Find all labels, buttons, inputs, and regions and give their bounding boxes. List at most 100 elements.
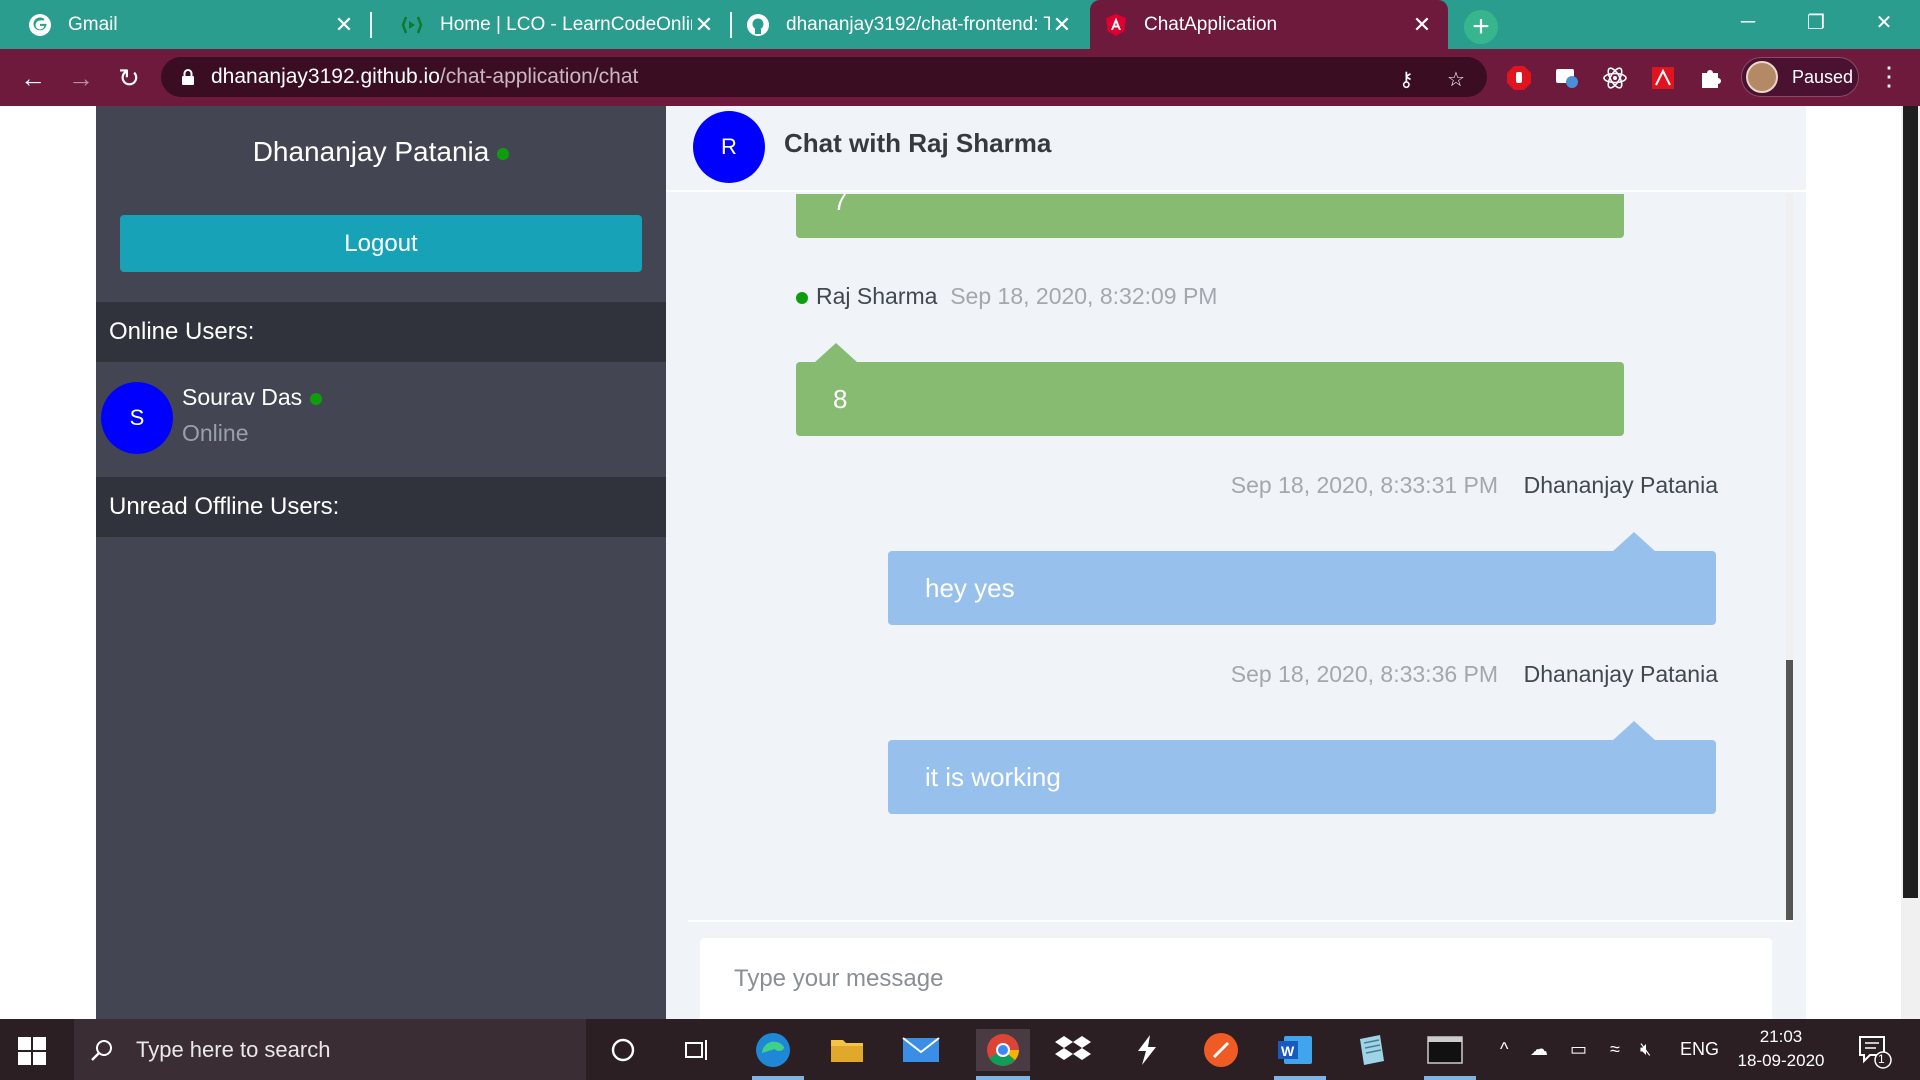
chat-sidebar: Dhananjay Patania Logout Online Users: S… bbox=[96, 106, 666, 1019]
chrome-icon[interactable] bbox=[976, 1029, 1030, 1071]
incoming-message-bubble: 8 bbox=[796, 362, 1624, 436]
taskbar-clock[interactable]: 21:03 18-09-2020 bbox=[1736, 1025, 1826, 1073]
tab-github[interactable]: dhananjay3192/chat-frontend: Th ✕ bbox=[732, 0, 1088, 49]
postman-icon[interactable] bbox=[1200, 1029, 1242, 1071]
message-meta: Sep 18, 2020, 8:33:36 PM Dhananjay Patan… bbox=[1230, 661, 1718, 687]
terminal-icon[interactable] bbox=[1424, 1029, 1466, 1071]
github-icon bbox=[746, 13, 770, 37]
notification-center-icon[interactable]: 1 bbox=[1856, 1033, 1892, 1069]
mail-icon[interactable] bbox=[900, 1029, 942, 1071]
angular-icon bbox=[1104, 13, 1128, 37]
react-devtools-icon[interactable] bbox=[1600, 63, 1630, 93]
svg-text:W: W bbox=[1281, 1043, 1295, 1059]
online-status-dot bbox=[310, 392, 323, 405]
browser-tab-bar: Gmail ✕ Home | LCO - LearnCodeOnline. ✕ … bbox=[0, 0, 1920, 49]
battery-icon[interactable]: ▭ bbox=[1570, 1039, 1587, 1060]
url-text: dhananjay3192.github.io/chat-application… bbox=[211, 65, 638, 89]
online-users-header: Online Users: bbox=[96, 302, 666, 362]
cortana-icon[interactable] bbox=[602, 1029, 644, 1071]
chat-header: R Chat with Raj Sharma bbox=[666, 106, 1806, 192]
edge-browser-icon[interactable] bbox=[752, 1029, 794, 1071]
message-input[interactable] bbox=[700, 938, 1772, 1019]
lock-icon bbox=[181, 69, 195, 85]
message-scrollbar-thumb[interactable] bbox=[1786, 660, 1793, 920]
bubble-caret bbox=[814, 343, 858, 363]
chat-title: Chat with Raj Sharma bbox=[784, 128, 1052, 158]
outgoing-message-bubble: it is working bbox=[888, 740, 1716, 814]
window-close-icon[interactable]: ✕ bbox=[1850, 0, 1918, 44]
active-app-indicator bbox=[1424, 1076, 1476, 1080]
taskbar-search[interactable]: Type here to search bbox=[74, 1019, 586, 1080]
close-icon[interactable]: ✕ bbox=[1050, 12, 1074, 37]
message-meta: Sep 18, 2020, 8:33:31 PM Dhananjay Patan… bbox=[1230, 472, 1718, 498]
message-list[interactable]: 7 Raj Sharma Sep 18, 2020, 8:32:09 PM 8 … bbox=[688, 194, 1793, 922]
chat-panel: R Chat with Raj Sharma 7 Raj Sharma Sep … bbox=[666, 106, 1806, 1019]
tab-lco[interactable]: Home | LCO - LearnCodeOnline. ✕ bbox=[372, 0, 730, 49]
extensions-puzzle-icon[interactable] bbox=[1696, 63, 1726, 93]
message-meta: Raj Sharma Sep 18, 2020, 8:32:09 PM bbox=[796, 283, 1217, 310]
wifi-icon[interactable]: ≈ bbox=[1610, 1039, 1620, 1060]
profile-avatar bbox=[1746, 61, 1778, 93]
outgoing-message-bubble: hey yes bbox=[888, 551, 1716, 625]
volume-muted-icon[interactable]: 🔇︎ bbox=[1640, 1039, 1651, 1060]
word-icon[interactable]: W bbox=[1274, 1029, 1316, 1071]
close-icon[interactable]: ✕ bbox=[692, 12, 716, 37]
incoming-message-bubble: 7 bbox=[796, 194, 1624, 238]
online-status-dot bbox=[796, 291, 808, 304]
search-icon bbox=[90, 1038, 114, 1062]
logout-button[interactable]: Logout bbox=[120, 215, 642, 272]
browser-toolbar: ← → ↻ dhananjay3192.github.io/chat-appli… bbox=[0, 49, 1920, 106]
file-explorer-icon[interactable] bbox=[826, 1029, 868, 1071]
avatar: S bbox=[101, 382, 173, 454]
close-icon[interactable]: ✕ bbox=[1410, 12, 1434, 37]
adblock-hand-icon[interactable] bbox=[1504, 63, 1534, 93]
back-arrow-icon[interactable]: ← bbox=[14, 59, 52, 97]
sublime-app-icon[interactable] bbox=[1126, 1029, 1168, 1071]
bubble-caret bbox=[1612, 532, 1656, 552]
address-bar[interactable]: dhananjay3192.github.io/chat-application… bbox=[161, 57, 1487, 97]
close-icon[interactable]: ✕ bbox=[332, 12, 356, 37]
new-tab-plus-icon[interactable]: + bbox=[1464, 10, 1498, 44]
translate-extension-icon[interactable] bbox=[1552, 63, 1582, 93]
bookmark-star-icon[interactable]: ☆ bbox=[1447, 67, 1465, 92]
tab-chatapplication[interactable]: ChatApplication ✕ bbox=[1090, 0, 1448, 49]
avatar: R bbox=[693, 111, 765, 183]
notification-count: 1 bbox=[1878, 1052, 1885, 1066]
active-app-indicator bbox=[976, 1076, 1030, 1080]
url-host: dhananjay3192.github.io bbox=[211, 65, 440, 88]
active-app-indicator bbox=[752, 1076, 804, 1080]
lco-icon bbox=[400, 13, 424, 37]
onedrive-cloud-icon[interactable]: ☁ bbox=[1530, 1039, 1548, 1060]
page-scrollbar-thumb[interactable] bbox=[1903, 106, 1918, 898]
offline-users-header: Unread Offline Users: bbox=[96, 477, 666, 537]
task-view-icon[interactable] bbox=[676, 1029, 718, 1071]
minimize-icon[interactable]: ─ bbox=[1714, 0, 1782, 44]
active-app-indicator bbox=[1274, 1076, 1326, 1080]
notepad-icon[interactable] bbox=[1350, 1029, 1392, 1071]
language-indicator[interactable]: ENG bbox=[1680, 1039, 1719, 1060]
windows-taskbar: Type here to search W ^ ☁ ▭ ≈ 🔇︎ ENG 21:… bbox=[0, 1019, 1920, 1080]
clock-time: 21:03 bbox=[1759, 1027, 1803, 1046]
chevron-up-icon[interactable]: ^ bbox=[1500, 1039, 1508, 1060]
forward-arrow-icon[interactable]: → bbox=[62, 59, 100, 97]
profile-button[interactable]: Paused bbox=[1741, 57, 1859, 97]
search-placeholder: Type here to search bbox=[136, 1036, 331, 1062]
online-user-name: Sourav Das bbox=[182, 384, 323, 411]
online-status-dot bbox=[497, 147, 510, 160]
kebab-menu-icon[interactable]: ⋮ bbox=[1876, 61, 1902, 92]
pdf-extension-icon[interactable] bbox=[1648, 63, 1678, 93]
message-composer bbox=[700, 938, 1772, 1019]
restore-icon[interactable]: ❐ bbox=[1782, 0, 1850, 44]
online-user-item[interactable]: S Sourav Das Online bbox=[96, 362, 666, 477]
reload-icon[interactable]: ↻ bbox=[110, 59, 148, 97]
tab-gmail[interactable]: Gmail ✕ bbox=[0, 0, 370, 49]
key-icon[interactable]: ⚷ bbox=[1399, 67, 1414, 92]
url-path: /chat-application/chat bbox=[439, 65, 639, 88]
google-g-icon bbox=[28, 13, 52, 37]
clock-date: 18-09-2020 bbox=[1737, 1051, 1825, 1070]
web-page: Dhananjay Patania Logout Online Users: S… bbox=[0, 106, 1920, 1019]
online-user-status: Online bbox=[182, 420, 249, 446]
dropbox-icon[interactable] bbox=[1052, 1029, 1094, 1071]
windows-start-icon[interactable] bbox=[18, 1037, 46, 1065]
current-user-name: Dhananjay Patania bbox=[96, 136, 666, 168]
